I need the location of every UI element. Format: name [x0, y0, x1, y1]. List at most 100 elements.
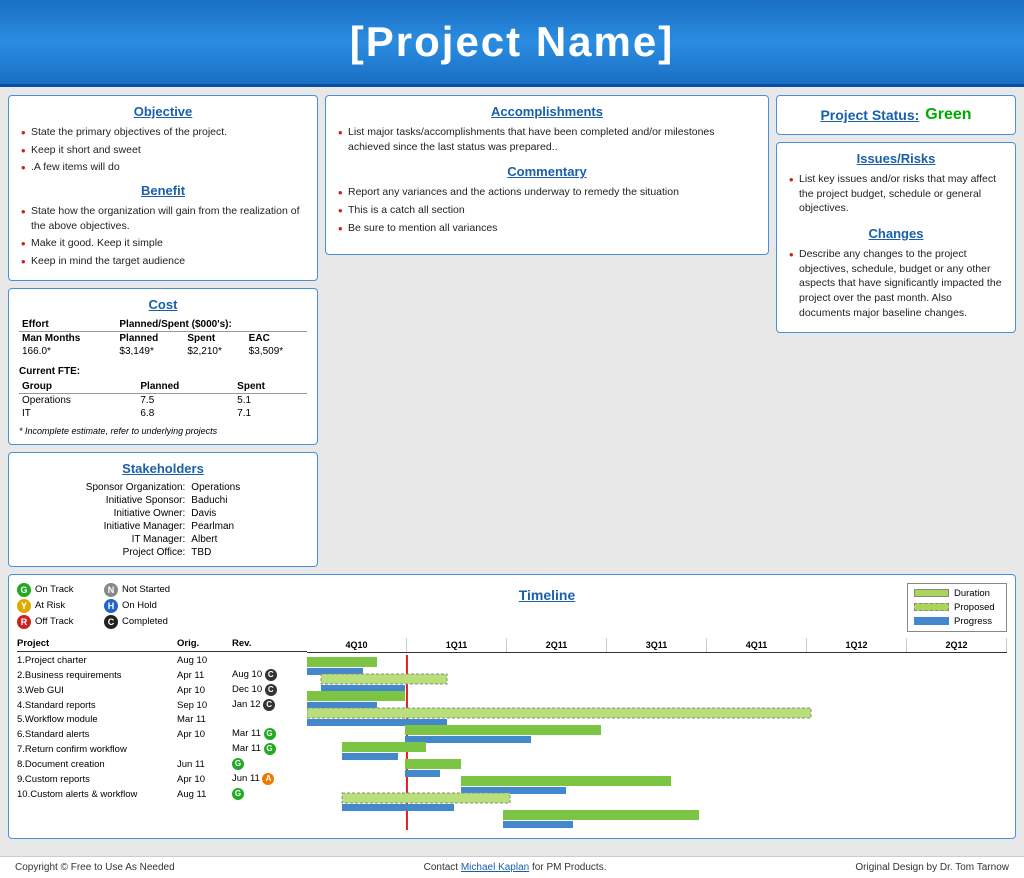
timeline-title: Timeline [187, 583, 907, 603]
current-fte-label: Current FTE: [19, 366, 307, 377]
objective-card: Objective State the primary objectives o… [8, 95, 318, 281]
commentary-item-2: Be sure to mention all variances [336, 221, 758, 236]
benefit-item: Keep in mind the target audience [19, 254, 307, 269]
stakeholder-label-3: Initiative Manager: [86, 521, 186, 532]
objective-item: State the primary objectives of the proj… [19, 125, 307, 140]
progress-bar [914, 617, 949, 625]
legend-duration: Duration [914, 588, 1000, 599]
gantt-chart: 4Q10 1Q11 2Q11 3Q11 4Q11 1Q12 2Q12 [307, 638, 1007, 830]
legend-completed: C Completed [104, 615, 187, 629]
timeline-legend-right: Duration Proposed Progress [907, 583, 1007, 632]
stakeholders-card: Stakeholders Sponsor Organization: Opera… [8, 452, 318, 567]
fte-spent-1: 7.1 [234, 407, 307, 420]
benefit-list: State how the organization will gain fro… [19, 204, 307, 269]
gantt-labels: Project Orig. Rev. 1.Project charter Aug… [17, 638, 307, 830]
accomplishments-card: Accomplishments List major tasks/accompl… [325, 95, 769, 255]
stakeholders-grid: Sponsor Organization: Operations Initiat… [19, 482, 307, 558]
gantt-container: Project Orig. Rev. 1.Project charter Aug… [17, 638, 1007, 830]
stakeholder-value-3: Pearlman [191, 521, 240, 532]
footer: Copyright © Free to Use As Needed Contac… [0, 856, 1024, 878]
cost-card: Cost Effort Planned/Spent ($000's): Man … [8, 288, 318, 445]
benefit-title: Benefit [19, 183, 307, 198]
project-status-line: Project Status: Green [787, 106, 1005, 124]
gantt-row-2: 3.Web GUI Apr 10 Dec 10 C [17, 683, 307, 698]
issues-changes-card: Issues/Risks List key issues and/or risk… [776, 142, 1016, 333]
planned-label: Planned [116, 331, 184, 345]
stakeholder-value-4: Albert [191, 534, 240, 545]
eac-label: EAC [246, 331, 307, 345]
circle-gray: N [104, 583, 118, 597]
changes-list: Describe any changes to the project obje… [787, 247, 1005, 320]
accomplishments-list: List major tasks/accomplishments that ha… [336, 125, 758, 154]
contact-link[interactable]: Michael Kaplan [461, 862, 529, 873]
legend-progress: Progress [914, 616, 1000, 627]
gantt-axis: 4Q10 1Q11 2Q11 3Q11 4Q11 1Q12 2Q12 [307, 638, 1007, 653]
dot-5: G [264, 728, 276, 740]
stakeholder-label-2: Initiative Owner: [86, 508, 186, 519]
spent-label: Spent [184, 331, 245, 345]
proposed-bar [914, 603, 949, 611]
dot-9: G [232, 788, 244, 800]
dot-6: G [264, 743, 276, 755]
commentary-item-0: Report any variances and the actions und… [336, 185, 758, 200]
copyright: Copyright © Free to Use As Needed [15, 862, 175, 873]
legend-not-started: N Not Started [104, 583, 187, 597]
stakeholder-value-0: Operations [191, 482, 240, 493]
original-design: Original Design by Dr. Tom Tarnow [855, 862, 1009, 873]
left-column: Objective State the primary objectives o… [8, 95, 318, 567]
changes-item: Describe any changes to the project obje… [787, 247, 1005, 320]
fte-table: Group Planned Spent Operations 7.5 5.1 I… [19, 380, 307, 420]
stakeholder-label-1: Initiative Sponsor: [86, 495, 186, 506]
fte-planned-1: 6.8 [137, 407, 234, 420]
dot-2: C [265, 684, 277, 696]
legend-on-hold: H On Hold [104, 599, 187, 613]
circle-yellow: Y [17, 599, 31, 613]
fte-planned-0: 7.5 [137, 393, 234, 407]
gantt-row-8: 9.Custom reports Apr 10 Jun 11 A [17, 772, 307, 787]
project-status-value: Green [925, 106, 971, 124]
main-content: Objective State the primary objectives o… [0, 87, 1024, 854]
accomplishments-title: Accomplishments [336, 104, 758, 119]
gantt-row-4: 5.Workflow module Mar 11 [17, 713, 307, 727]
man-months-value: 166.0* [19, 345, 116, 358]
legend-on-track: G On Track [17, 583, 100, 597]
legend-off-track: R Off Track [17, 615, 100, 629]
contact-suffix: for PM Products. [532, 862, 606, 873]
timeline-header: G On Track N Not Started Y At Risk H On … [17, 583, 1007, 632]
accomplishments-item: List major tasks/accomplishments that ha… [336, 125, 758, 154]
timeline-legend-left: G On Track N Not Started Y At Risk H On … [17, 583, 187, 629]
project-status-label: Project Status: [820, 107, 919, 123]
gantt-svg [307, 655, 1007, 830]
spent-value: $2,210* [184, 345, 245, 358]
right-column: Project Status: Green Issues/Risks List … [776, 95, 1016, 567]
planned-value: $3,149* [116, 345, 184, 358]
objective-list: State the primary objectives of the proj… [19, 125, 307, 175]
circle-red: R [17, 615, 31, 629]
issues-list: List key issues and/or risks that may af… [787, 172, 1005, 216]
planned-spent-label: Planned/Spent ($000's): [116, 318, 307, 332]
dot-1: C [265, 669, 277, 681]
issues-item: List key issues and/or risks that may af… [787, 172, 1005, 216]
circle-dark: C [104, 615, 118, 629]
objective-item: Keep it short and sweet [19, 143, 307, 158]
stakeholder-value-2: Davis [191, 508, 240, 519]
cost-footnote: * Incomplete estimate, refer to underlyi… [19, 426, 307, 436]
project-title: [Project Name] [350, 18, 674, 65]
stakeholder-label-4: IT Manager: [86, 534, 186, 545]
gantt-row-3: 4.Standard reports Sep 10 Jan 12 C [17, 698, 307, 713]
fte-spent-0: 5.1 [234, 393, 307, 407]
stakeholder-value-5: TBD [191, 547, 240, 558]
gantt-row-0: 1.Project charter Aug 10 [17, 654, 307, 668]
issues-title: Issues/Risks [787, 151, 1005, 166]
fte-planned-label: Planned [137, 380, 234, 394]
gantt-row-7: 8.Document creation Jun 11 G [17, 757, 307, 772]
group-label: Group [19, 380, 137, 394]
circle-green: G [17, 583, 31, 597]
legend-proposed: Proposed [914, 602, 1000, 613]
gantt-row-1: 2.Business requirements Apr 11 Aug 10 C [17, 668, 307, 683]
benefit-item: State how the organization will gain fro… [19, 204, 307, 233]
legend-at-risk: Y At Risk [17, 599, 100, 613]
dot-3: C [263, 699, 275, 711]
gantt-header: Project Orig. Rev. [17, 638, 307, 652]
gantt-row-5: 6.Standard alerts Apr 10 Mar 11 G [17, 727, 307, 742]
